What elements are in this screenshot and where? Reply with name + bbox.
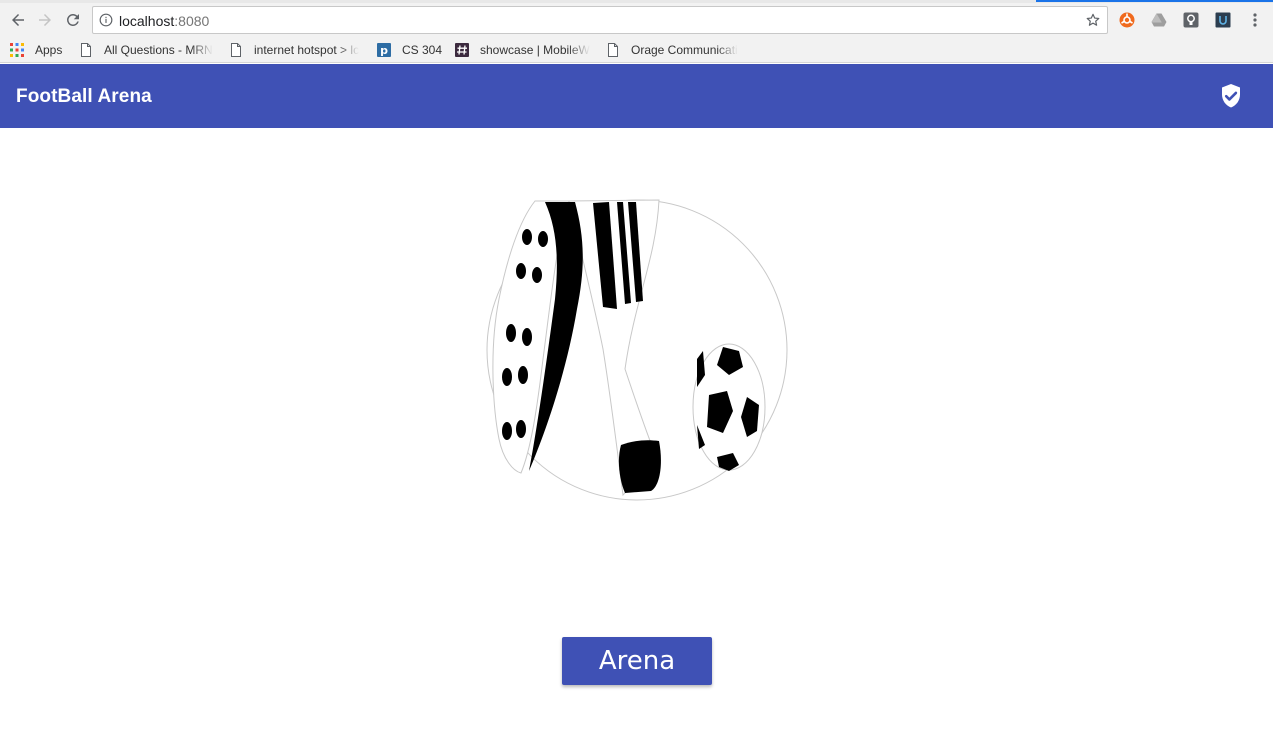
bookmark-showcase[interactable]: showcase | MobileW <box>455 41 591 59</box>
extension-drive-button[interactable] <box>1151 12 1167 28</box>
bookmark-label: internet hotspot > lc <box>254 43 360 57</box>
page-icon <box>229 43 243 57</box>
url-host: localhost <box>119 13 175 29</box>
football-player-illustration <box>486 199 788 501</box>
more-vert-icon[interactable] <box>1247 12 1263 28</box>
lightbulb-icon <box>1183 12 1199 28</box>
address-bar[interactable]: localhost:8080 <box>92 6 1108 34</box>
url-port: :8080 <box>174 13 210 29</box>
bookmark-cs-304[interactable]: p CS 304 <box>377 41 445 59</box>
extension-dark-button[interactable] <box>1215 12 1231 28</box>
bookmark-label: Orage Communicati <box>631 43 738 57</box>
svg-text:p: p <box>380 44 388 57</box>
apps-grid-icon <box>10 43 24 57</box>
bookmark-label: Apps <box>35 43 63 57</box>
app-title: FootBall Arena <box>16 86 152 107</box>
star-icon[interactable] <box>1085 12 1101 28</box>
reload-button[interactable] <box>61 8 85 32</box>
back-arrow-icon <box>12 14 24 26</box>
back-button[interactable] <box>6 8 30 32</box>
soccer-ball <box>692 343 766 471</box>
page-icon <box>79 43 93 57</box>
browser-toolbar: localhost:8080 <box>0 3 1273 37</box>
p-badge-icon: p <box>377 43 391 57</box>
bookmark-label: showcase | MobileW <box>480 43 590 57</box>
app-header: FootBall Arena <box>0 64 1273 128</box>
bookmark-apps[interactable]: Apps <box>10 41 72 59</box>
forward-button[interactable] <box>33 8 57 32</box>
arena-button[interactable]: Arena <box>562 637 712 685</box>
bookmark-internet-hotspot[interactable]: internet hotspot > lc <box>229 41 365 59</box>
bookmark-all-questions[interactable]: All Questions - MRN <box>79 41 215 59</box>
bookmark-label: CS 304 <box>402 43 443 57</box>
verified-shield-button[interactable] <box>1219 83 1243 109</box>
bookmark-orage[interactable]: Orage Communicati <box>606 41 742 59</box>
bookmarks-bar: Apps All Questions - MRN internet hotspo… <box>0 37 1273 63</box>
forward-arrow-icon <box>39 14 51 26</box>
code-extension-icon <box>1215 12 1231 28</box>
extension-orange-button[interactable] <box>1119 12 1135 28</box>
bookmark-label: All Questions - MRN <box>104 43 213 57</box>
drive-icon <box>1151 13 1167 27</box>
url-text: localhost:8080 <box>119 13 209 29</box>
verified-shield-icon <box>1222 84 1240 108</box>
reload-icon <box>66 13 79 26</box>
info-icon[interactable] <box>99 13 113 27</box>
page-icon <box>606 43 620 57</box>
extension-lightbulb-button[interactable] <box>1183 12 1199 28</box>
active-tab-indicator <box>1036 0 1273 2</box>
orange-extension-icon <box>1119 12 1135 28</box>
hash-icon <box>455 43 469 57</box>
